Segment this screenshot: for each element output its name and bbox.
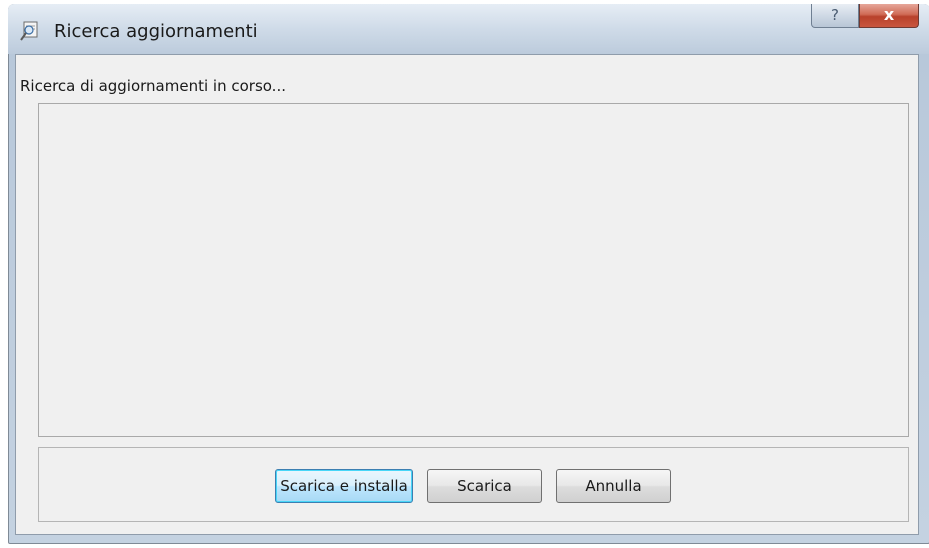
close-button[interactable]: x (859, 4, 919, 28)
title-bar[interactable]: Ricerca aggiornamenti ? x (8, 4, 929, 54)
update-search-icon (20, 20, 40, 42)
cancel-button[interactable]: Annulla (556, 469, 671, 503)
results-panel (38, 103, 909, 437)
help-button[interactable]: ? (811, 4, 859, 28)
download-and-install-button[interactable]: Scarica e installa (275, 469, 413, 503)
window-title: Ricerca aggiornamenti (54, 21, 258, 42)
status-text: Ricerca di aggiornamenti in corso... (20, 77, 286, 95)
download-button[interactable]: Scarica (427, 469, 542, 503)
